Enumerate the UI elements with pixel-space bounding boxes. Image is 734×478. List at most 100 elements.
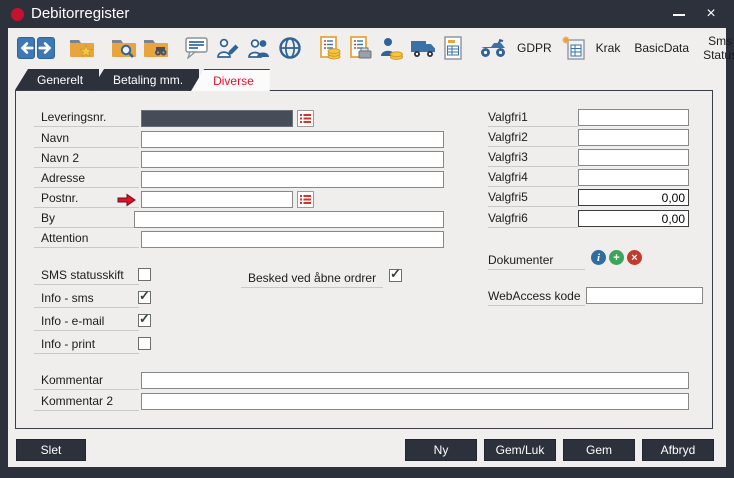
info-sms-checkbox[interactable]: ✓ bbox=[138, 291, 151, 304]
postnr-lookup-button[interactable] bbox=[297, 191, 314, 208]
delivery-button[interactable] bbox=[407, 33, 440, 63]
window-content: GDPR Krak BasicData Sms Status Generelt … bbox=[8, 28, 726, 467]
sms-status-button[interactable]: Sms Status bbox=[696, 33, 734, 63]
adresse-input[interactable] bbox=[141, 171, 444, 188]
minimize-icon bbox=[673, 14, 685, 16]
info-email-checkbox[interactable]: ✓ bbox=[138, 314, 151, 327]
valgfri2-label: Valgfri2 bbox=[488, 130, 578, 147]
statement-print-button[interactable] bbox=[345, 33, 375, 63]
navn2-label: Navn 2 bbox=[34, 151, 139, 168]
plus-icon: + bbox=[613, 252, 619, 264]
gdpr-label-button[interactable]: GDPR bbox=[510, 33, 559, 63]
customers-button[interactable] bbox=[243, 33, 275, 63]
title-bar: Debitorregister × bbox=[0, 0, 734, 28]
kommentar2-label: Kommentar 2 bbox=[34, 394, 139, 411]
document-sparkle-icon bbox=[562, 36, 586, 60]
tab-label: Generelt bbox=[37, 73, 83, 87]
navn-input[interactable] bbox=[141, 131, 444, 148]
dokumenter-label: Dokumenter bbox=[488, 253, 585, 270]
valgfri6-input[interactable] bbox=[578, 210, 689, 227]
dokument-info-button[interactable]: i bbox=[591, 250, 606, 265]
web-button[interactable] bbox=[275, 33, 305, 63]
afbryd-button[interactable]: Afbryd bbox=[642, 439, 714, 461]
valgfri1-input[interactable] bbox=[578, 109, 689, 126]
info-print-label: Info - print bbox=[34, 337, 139, 354]
valgfri1-label: Valgfri1 bbox=[488, 110, 578, 127]
dokument-add-button[interactable]: + bbox=[609, 250, 624, 265]
by-input[interactable] bbox=[134, 211, 444, 228]
invoice-button[interactable] bbox=[440, 33, 466, 63]
krak-label-button[interactable]: Krak bbox=[589, 33, 628, 63]
sms-statusskift-checkbox[interactable] bbox=[138, 268, 151, 281]
attention-input[interactable] bbox=[141, 231, 444, 248]
kommentar-input[interactable] bbox=[141, 372, 689, 389]
tab-diverse[interactable]: Diverse bbox=[191, 69, 270, 91]
tab-strip: Generelt Betaling mm. Diverse bbox=[15, 69, 270, 91]
customer-balance-button[interactable] bbox=[375, 33, 407, 63]
info-email-label: Info - e-mail bbox=[34, 314, 139, 331]
user-pencil-icon bbox=[215, 37, 240, 59]
tab-betaling[interactable]: Betaling mm. bbox=[91, 69, 199, 90]
atv-vehicle-icon bbox=[479, 37, 507, 59]
close-button[interactable]: × bbox=[696, 0, 726, 28]
favorites-folder-button[interactable] bbox=[66, 33, 98, 63]
kommentar2-input[interactable] bbox=[141, 393, 689, 410]
valgfri3-label: Valgfri3 bbox=[488, 150, 578, 167]
statement-coins-button[interactable] bbox=[315, 33, 345, 63]
webaccess-label: WebAccess kode bbox=[488, 289, 585, 306]
back-button[interactable] bbox=[17, 37, 35, 59]
leveringsnr-input[interactable] bbox=[141, 110, 293, 127]
valgfri2-input[interactable] bbox=[578, 129, 689, 146]
postnr-input[interactable] bbox=[141, 191, 293, 208]
check-icon: ✓ bbox=[139, 311, 150, 327]
navn-label: Navn bbox=[34, 131, 139, 148]
kommentar-label: Kommentar bbox=[34, 373, 139, 390]
adresse-label: Adresse bbox=[34, 171, 139, 188]
arrow-right-icon bbox=[38, 40, 54, 56]
besked-label: Besked ved åbne ordrer bbox=[241, 271, 383, 288]
leveringsnr-lookup-button[interactable] bbox=[297, 110, 314, 127]
tab-generelt[interactable]: Generelt bbox=[15, 69, 99, 90]
two-users-icon bbox=[246, 37, 272, 59]
dokument-delete-button[interactable]: × bbox=[627, 250, 642, 265]
slet-button[interactable]: Slet bbox=[16, 439, 86, 461]
delete-icon: × bbox=[631, 252, 637, 264]
krak-button[interactable] bbox=[559, 33, 589, 63]
besked-checkbox[interactable]: ✓ bbox=[389, 269, 402, 282]
basicdata-button[interactable]: BasicData bbox=[627, 33, 696, 63]
gdpr-button[interactable] bbox=[476, 33, 510, 63]
debitorregister-window: Debitorregister × bbox=[0, 0, 734, 478]
check-icon: ✓ bbox=[390, 266, 401, 282]
attention-label: Attention bbox=[34, 231, 139, 248]
red-list-icon bbox=[300, 113, 311, 124]
navn2-input[interactable] bbox=[141, 151, 444, 168]
gem-luk-button[interactable]: Gem/Luk bbox=[484, 439, 556, 461]
valgfri5-input[interactable] bbox=[578, 189, 689, 206]
red-list-icon bbox=[300, 194, 311, 205]
folder-star-icon bbox=[69, 37, 95, 59]
webaccess-input[interactable] bbox=[586, 287, 703, 304]
edit-customer-button[interactable] bbox=[212, 33, 243, 63]
valgfri3-input[interactable] bbox=[578, 149, 689, 166]
list-coins-icon bbox=[318, 36, 342, 60]
notes-button[interactable] bbox=[182, 33, 212, 63]
globe-icon bbox=[278, 36, 302, 60]
diverse-tab-panel: Leveringsnr. Navn Navn 2 Adresse Postnr.… bbox=[15, 90, 713, 429]
speech-bubble-icon bbox=[185, 37, 209, 59]
find-folder-button[interactable] bbox=[140, 33, 172, 63]
forward-button[interactable] bbox=[37, 37, 55, 59]
info-sms-label: Info - sms bbox=[34, 291, 139, 308]
window-title: Debitorregister bbox=[31, 5, 129, 22]
app-red-dot-icon bbox=[11, 8, 24, 21]
minimize-button[interactable] bbox=[664, 0, 694, 28]
valgfri6-label: Valgfri6 bbox=[488, 211, 578, 228]
info-icon: i bbox=[597, 252, 600, 264]
search-folder-button[interactable] bbox=[108, 33, 140, 63]
list-printer-icon bbox=[348, 36, 372, 60]
gem-button[interactable]: Gem bbox=[563, 439, 635, 461]
close-icon: × bbox=[706, 5, 715, 22]
valgfri4-input[interactable] bbox=[578, 169, 689, 186]
postnr-pointer-icon bbox=[117, 193, 136, 212]
ny-button[interactable]: Ny bbox=[405, 439, 477, 461]
info-print-checkbox[interactable] bbox=[138, 337, 151, 350]
